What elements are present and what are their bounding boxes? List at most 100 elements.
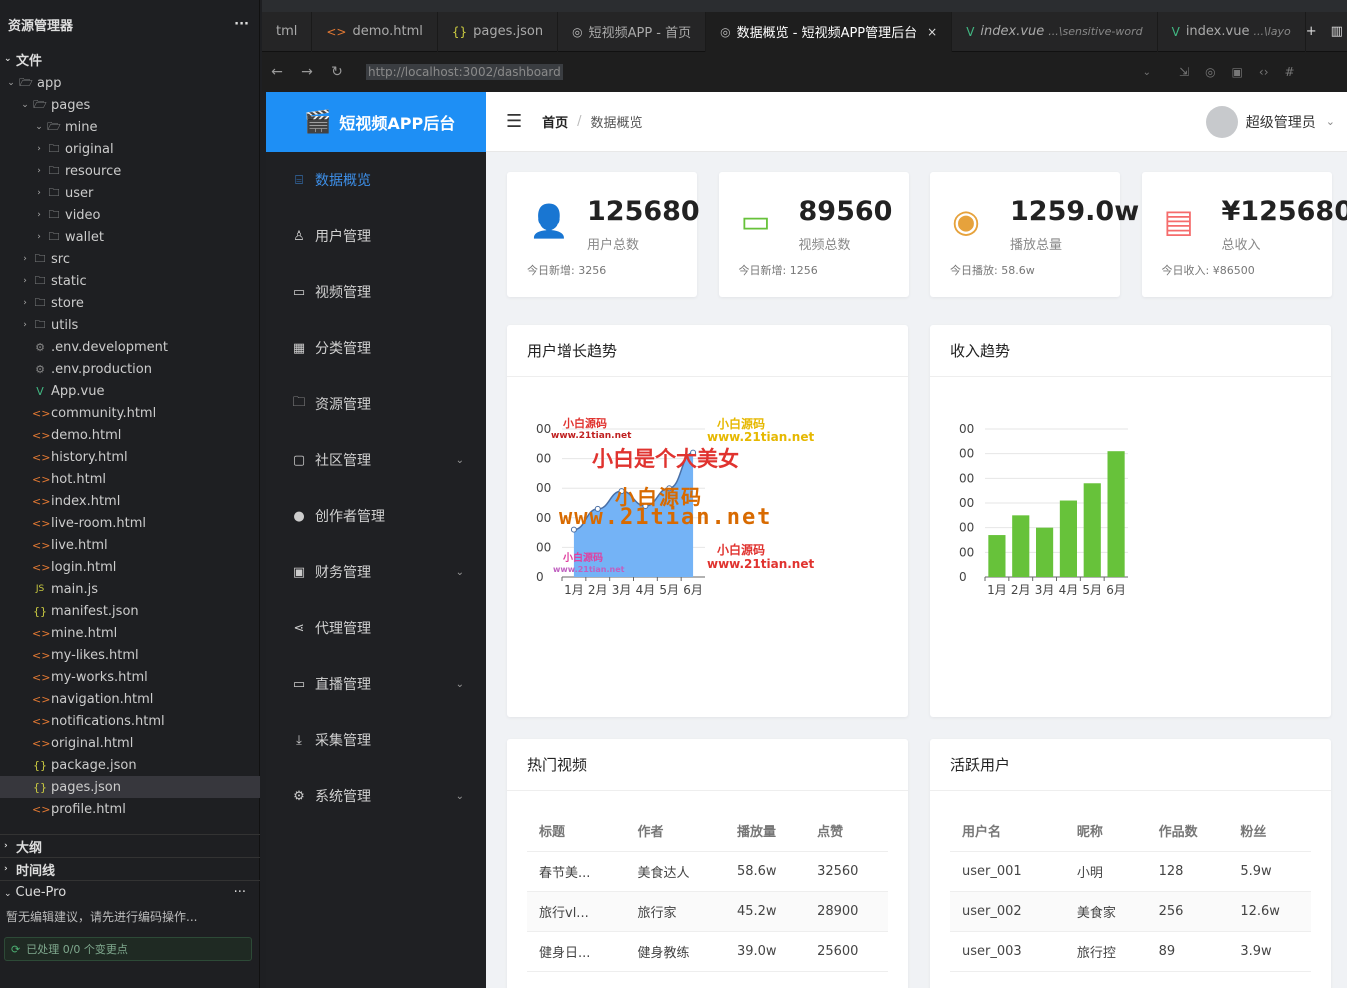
vue-file-icon: V: [966, 24, 975, 39]
menu-item[interactable]: ▣ 财务管理 ⌄: [266, 544, 486, 600]
tree-item[interactable]: › 🗀 resource: [0, 160, 260, 182]
tree-item[interactable]: <> profile.html: [0, 798, 260, 820]
tree-item[interactable]: ⌄ 🗁 pages: [0, 94, 260, 116]
explorer-more-icon[interactable]: ···: [234, 17, 249, 32]
editor-tab[interactable]: {} pages.json: [438, 11, 559, 52]
reload-icon[interactable]: ↻: [322, 64, 352, 80]
menu-item[interactable]: ♙ 用户管理: [266, 208, 486, 264]
menu-item-label: 资源管理: [315, 397, 371, 413]
hash-icon[interactable]: #: [1285, 65, 1295, 79]
tree-item-label: login.html: [51, 559, 117, 575]
menu-item[interactable]: ⚙ 系统管理 ⌄: [266, 768, 486, 824]
eye-icon: ◉: [952, 202, 980, 240]
table-row[interactable]: user_003 旅行控 89 3.9w: [950, 931, 1311, 972]
tree-item[interactable]: › 🗀 original: [0, 138, 260, 160]
tree-item[interactable]: ⚙ .env.development: [0, 336, 260, 358]
tree-item[interactable]: <> index.html: [0, 490, 260, 512]
tree-item[interactable]: <> demo.html: [0, 424, 260, 446]
table-cell: 美食家: [1064, 891, 1147, 932]
tree-item[interactable]: <> original.html: [0, 732, 260, 754]
app-brand[interactable]: 🎬 短视频APP后台: [266, 92, 486, 152]
cue-more-icon[interactable]: ···: [234, 885, 246, 900]
target-icon[interactable]: ◎: [1205, 65, 1215, 79]
tree-item[interactable]: ⌄ 🗁 app: [0, 72, 260, 94]
tree-item[interactable]: <> history.html: [0, 446, 260, 468]
back-arrow-icon[interactable]: ←: [262, 64, 292, 80]
forward-arrow-icon[interactable]: →: [292, 64, 322, 80]
tree-item[interactable]: <> my-works.html: [0, 666, 260, 688]
menu-item[interactable]: ● 创作者管理: [266, 488, 486, 544]
tree-item-label: demo.html: [51, 427, 122, 443]
url-dropdown-icon[interactable]: ⌄: [1141, 66, 1153, 79]
editor-tab[interactable]: Vindex.vue ...\layo: [1158, 11, 1306, 52]
tree-item[interactable]: › 🗀 user: [0, 182, 260, 204]
menu-item[interactable]: ▭ 视频管理: [266, 264, 486, 320]
tree-item[interactable]: › 🗀 video: [0, 204, 260, 226]
html-file-icon: <>: [32, 648, 51, 662]
table-row[interactable]: 健身日... 健身教练 39.0w 25600: [527, 931, 888, 972]
table-row[interactable]: 春节美... 美食达人 58.6w 32560: [527, 851, 888, 892]
tree-item[interactable]: <> notifications.html: [0, 710, 260, 732]
tree-item-label: original: [65, 141, 114, 157]
tree-item[interactable]: <> community.html: [0, 402, 260, 424]
menu-item[interactable]: ▦ 分类管理: [266, 320, 486, 376]
folder-open-icon: 🗁: [19, 75, 33, 89]
tree-item[interactable]: JS main.js: [0, 578, 260, 600]
menu-item[interactable]: ⤓ 采集管理: [266, 712, 486, 768]
tree-item[interactable]: <> live-room.html: [0, 512, 260, 534]
tree-item[interactable]: <> live.html: [0, 534, 260, 556]
tree-item[interactable]: › 🗀 utils: [0, 314, 260, 336]
files-section-header[interactable]: ⌄ 文件: [0, 48, 260, 70]
menu-item[interactable]: ▭ 直播管理 ⌄: [266, 656, 486, 712]
tree-item[interactable]: V App.vue: [0, 380, 260, 402]
table-row[interactable]: 旅行vl... 旅行家 45.2w 28900: [527, 891, 888, 932]
code-icon[interactable]: ‹›: [1259, 65, 1269, 79]
tree-item[interactable]: {} pages.json: [0, 776, 260, 798]
tree-item[interactable]: <> mine.html: [0, 622, 260, 644]
table-cell: 旅行vl...: [527, 891, 626, 932]
tree-item-label: package.json: [51, 757, 137, 773]
editor-tab[interactable]: <> demo.html: [312, 11, 438, 52]
menu-item[interactable]: ▢ 社区管理 ⌄: [266, 432, 486, 488]
new-tab-icon[interactable]: +: [1306, 24, 1317, 39]
cue-pro-section[interactable]: ⌄ Cue-Pro ···: [0, 880, 260, 904]
breadcrumb-home[interactable]: 首页: [542, 112, 568, 131]
table-row[interactable]: user_002 美食家 256 12.6w: [950, 891, 1311, 932]
tree-item[interactable]: {} manifest.json: [0, 600, 260, 622]
table-row[interactable]: user_001 小明 128 5.9w: [950, 851, 1311, 892]
menu-item[interactable]: 🗀 资源管理: [266, 376, 486, 432]
tree-item[interactable]: <> login.html: [0, 556, 260, 578]
tree-item[interactable]: › 🗀 src: [0, 248, 260, 270]
explorer-header: 资源管理器 ···: [0, 0, 259, 48]
menu-toggle-icon[interactable]: ☰: [506, 111, 522, 132]
menu-item[interactable]: ⋖ 代理管理: [266, 600, 486, 656]
table-cell: 小明: [1064, 851, 1147, 892]
tree-item[interactable]: › 🗀 static: [0, 270, 260, 292]
screenshot-icon[interactable]: ▣: [1232, 65, 1243, 79]
y-tick-label: 00: [959, 496, 974, 510]
timeline-section[interactable]: › 时间线: [0, 857, 260, 880]
address-tools: ⇲ ◎ ▣ ‹› #: [1179, 65, 1295, 79]
tree-item[interactable]: ⚙ .env.production: [0, 358, 260, 380]
inspect-icon[interactable]: ⇲: [1179, 65, 1189, 79]
tree-item[interactable]: › 🗀 store: [0, 292, 260, 314]
tree-item[interactable]: › 🗀 wallet: [0, 226, 260, 248]
editor-tab[interactable]: ◎ 短视频APP - 首页: [558, 11, 707, 52]
editor-tab[interactable]: ◎ 数据概览 - 短视频APP管理后台 ×: [706, 11, 953, 52]
tree-item[interactable]: ⌄ 🗁 mine: [0, 116, 260, 138]
user-menu[interactable]: 超级管理员 ⌄: [1205, 105, 1347, 138]
tree-item[interactable]: <> navigation.html: [0, 688, 260, 710]
editor-tab[interactable]: Vindex.vue ...\sensitive-word: [952, 11, 1158, 52]
outline-section[interactable]: › 大纲: [0, 834, 260, 857]
menu-item[interactable]: ⌸ 数据概览: [266, 152, 486, 208]
split-editor-icon[interactable]: ▥: [1331, 24, 1343, 39]
url-field[interactable]: http://localhost:3002/dashboard ⌄: [366, 64, 1161, 80]
tree-item[interactable]: <> hot.html: [0, 468, 260, 490]
chevron-down-icon: ⌄: [1325, 115, 1335, 128]
editor-tab[interactable]: tml: [262, 11, 313, 52]
close-icon[interactable]: ×: [927, 25, 937, 39]
tree-item[interactable]: {} package.json: [0, 754, 260, 776]
tree-item-label: profile.html: [51, 801, 126, 817]
breadcrumb-separator: /: [577, 114, 582, 129]
tree-item[interactable]: <> my-likes.html: [0, 644, 260, 666]
